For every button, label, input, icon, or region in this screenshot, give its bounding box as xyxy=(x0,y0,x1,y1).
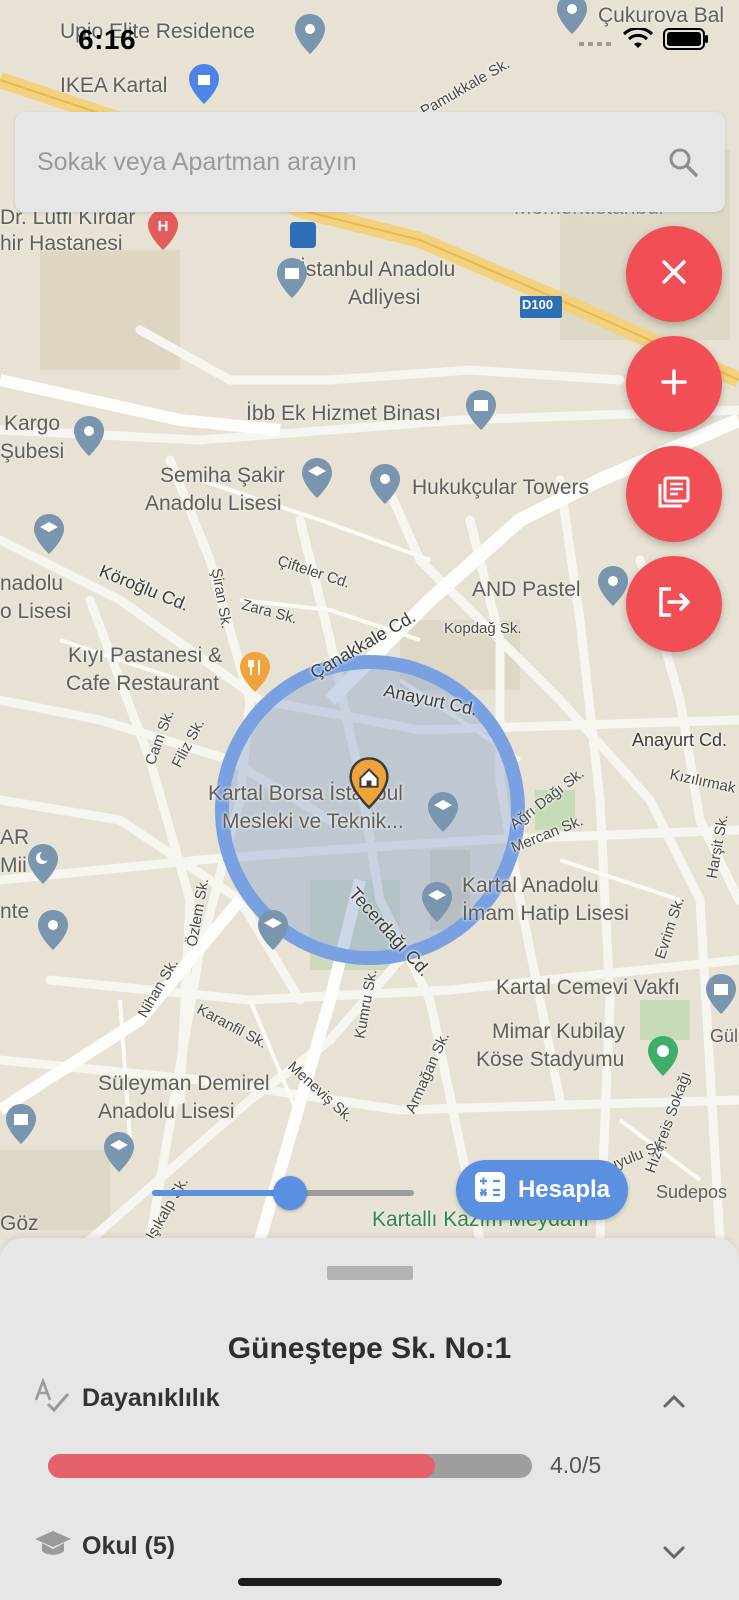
sheet-drag-handle[interactable] xyxy=(327,1266,413,1280)
rating-bar-fill xyxy=(48,1454,436,1478)
mosque-pin-icon[interactable] xyxy=(26,842,60,886)
map-place-label: Gül xyxy=(710,1026,739,1046)
spellcheck-icon xyxy=(34,1376,72,1419)
hospital-pin-icon[interactable]: H xyxy=(146,208,180,252)
status-bar: 6:16 xyxy=(0,0,739,80)
government-pin-icon[interactable] xyxy=(4,1102,38,1146)
address-title: Güneştepe Sk. No:1 xyxy=(227,1332,512,1365)
map-place-label: Anadolu Lisesi xyxy=(98,1100,235,1123)
close-icon xyxy=(660,258,688,291)
status-icons xyxy=(579,26,709,55)
add-icon xyxy=(660,368,688,401)
map-place-label: Semiha Şakir xyxy=(160,464,285,487)
map-place-label: Mii xyxy=(0,854,27,877)
school-pin-icon[interactable] xyxy=(256,908,290,952)
home-indicator xyxy=(238,1578,502,1586)
close-button[interactable] xyxy=(626,226,722,322)
map-place-label: Sudepos xyxy=(656,1182,728,1202)
library-button[interactable] xyxy=(626,446,722,542)
map-place-label: İmam Hatip Lisesi xyxy=(462,902,629,925)
street-label: Kopdağ Sk. xyxy=(444,620,522,637)
rating-bar xyxy=(48,1454,532,1478)
stadium-pin-icon[interactable] xyxy=(646,1034,680,1078)
school-pin-icon[interactable] xyxy=(420,880,454,924)
map-place-label: Şubesi xyxy=(0,440,65,463)
map-place-label: Hukukçular Towers xyxy=(412,476,590,499)
map-place-label: Kartal Cemevi Vakfı xyxy=(496,976,681,999)
map-place-label: hir Hastanesi xyxy=(0,232,123,255)
calculate-label: Hesapla xyxy=(517,1176,611,1203)
section-header-schools[interactable]: Okul (5) xyxy=(34,1526,694,1566)
map-place-label: Cafe Restaurant xyxy=(66,672,219,695)
map-place-label: Kartal Anadolu xyxy=(462,874,599,897)
rating-value: 4.0/5 xyxy=(550,1452,602,1478)
restaurant-pin-icon[interactable] xyxy=(238,650,272,694)
battery-icon xyxy=(663,28,709,55)
school-pin-icon[interactable] xyxy=(426,790,460,834)
map-pin-icon[interactable] xyxy=(368,462,402,506)
school-pin-icon[interactable] xyxy=(300,456,334,500)
logout-icon xyxy=(655,585,693,624)
map-place-label: AND Pastel xyxy=(472,578,581,601)
cellular-signal-icon xyxy=(579,33,613,51)
map-place-label: Mimar Kubilay xyxy=(492,1020,626,1043)
chevron-down-icon[interactable] xyxy=(654,1538,694,1568)
map-place-label: Köse Stadyumu xyxy=(476,1048,625,1071)
map-place-label: Mesleki ve Teknik... xyxy=(222,810,404,833)
map-place-label: Adliyesi xyxy=(348,286,421,309)
logout-button[interactable] xyxy=(626,556,722,652)
selected-home-pin-icon[interactable] xyxy=(348,756,390,810)
map-place-label: İbb Ek Hizmet Binası xyxy=(246,402,441,425)
status-time: 6:16 xyxy=(78,24,137,55)
map-place-label: Göz xyxy=(0,1212,39,1235)
calculator-icon xyxy=(474,1171,506,1210)
map-place-label: Kıyı Pastanesi & xyxy=(68,644,223,667)
calculate-button[interactable]: Hesapla xyxy=(456,1160,628,1220)
school-pin-icon[interactable] xyxy=(102,1130,136,1174)
map-place-label: İstanbul Anadolu xyxy=(300,258,456,281)
map-place-label: Anadolu Lisesi xyxy=(145,492,282,515)
map-pin-icon[interactable] xyxy=(596,564,630,608)
school-icon xyxy=(34,1529,72,1564)
map-place-label: nte xyxy=(0,900,30,923)
svg-text:H: H xyxy=(158,218,169,235)
government-pin-icon[interactable] xyxy=(464,388,498,432)
school-pin-icon[interactable] xyxy=(32,512,66,556)
section-label: Dayanıklılık xyxy=(82,1383,220,1412)
bottom-sheet: Güneştepe Sk. No:1 Dayanıklılık 4.0/5 Ok… xyxy=(0,1238,739,1600)
map-place-label: Kargo xyxy=(4,412,61,435)
section-header-durability[interactable]: Dayanıklılık xyxy=(34,1376,694,1419)
street-label: Anayurt Cd. xyxy=(632,730,728,750)
government-pin-icon[interactable] xyxy=(275,256,309,300)
wifi-icon xyxy=(622,26,654,55)
map-place-label: AR xyxy=(0,826,30,849)
add-button[interactable] xyxy=(626,336,722,432)
map-place-label: Süleyman Demirel xyxy=(98,1072,270,1095)
section-label: Okul (5) xyxy=(82,1531,176,1560)
search-input[interactable] xyxy=(37,147,663,177)
library-books-icon xyxy=(656,474,692,515)
map-pin-icon[interactable] xyxy=(72,414,106,458)
cemevi-pin-icon[interactable] xyxy=(704,972,738,1016)
radius-slider[interactable] xyxy=(152,1176,414,1210)
chevron-up-icon[interactable] xyxy=(654,1386,694,1416)
slider-fill xyxy=(152,1190,290,1196)
map-pin-icon[interactable] xyxy=(36,908,70,952)
slider-thumb[interactable] xyxy=(273,1176,307,1210)
road-shield-label: D100 xyxy=(522,297,554,312)
search-icon[interactable] xyxy=(663,142,703,182)
search-bar xyxy=(15,112,725,212)
map-place-label: o Lisesi xyxy=(0,600,72,623)
map-place-label: nadolu xyxy=(0,572,64,595)
